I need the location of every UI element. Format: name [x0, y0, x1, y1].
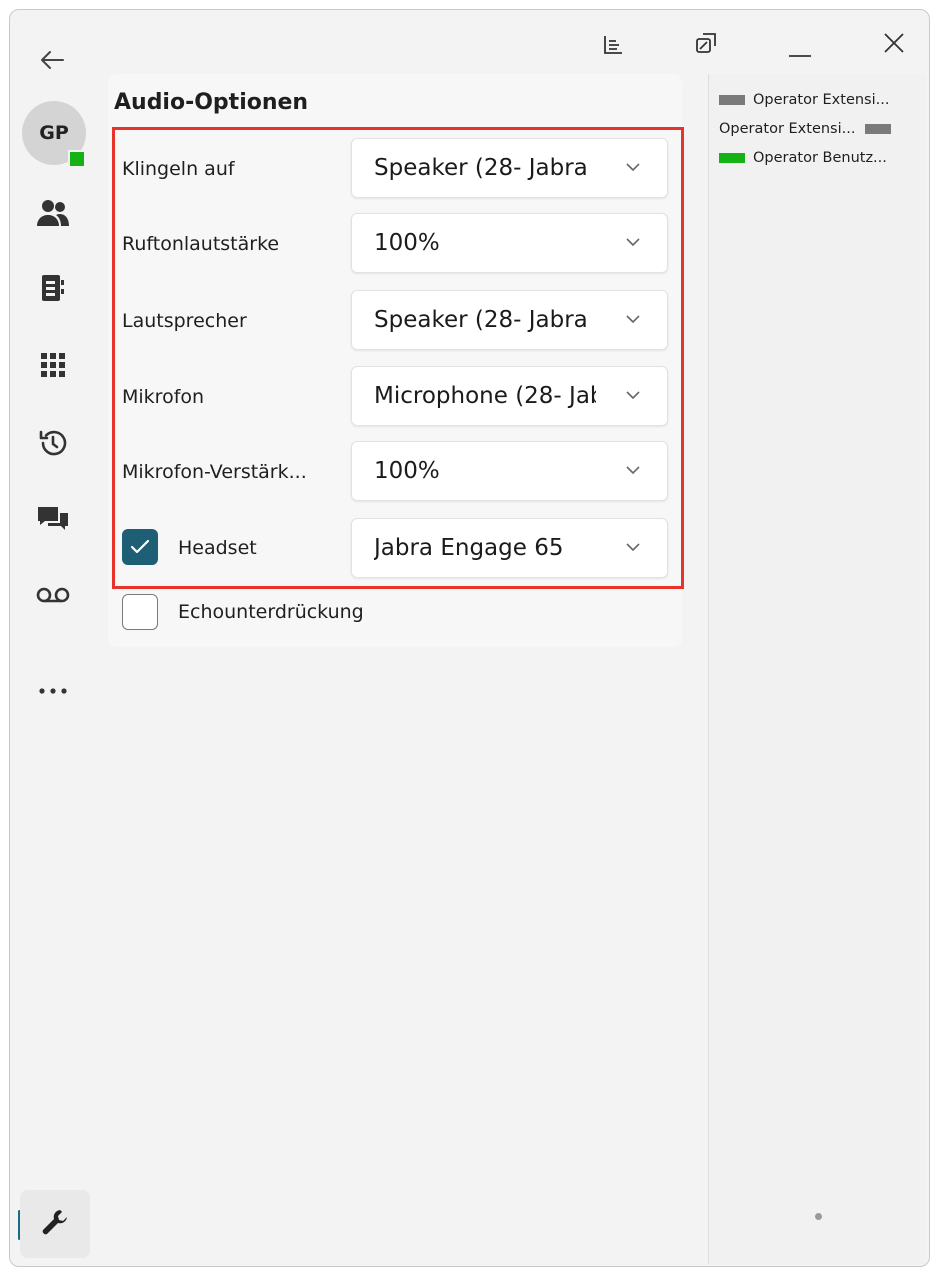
operator-label: Operator Benutz... — [753, 150, 887, 166]
check-icon — [130, 539, 150, 554]
label-headset: Headset — [178, 537, 257, 559]
select-value: 100% — [374, 230, 440, 256]
contacts-book-icon[interactable] — [28, 263, 78, 313]
select-value: 100% — [374, 458, 440, 484]
operator-label: Operator Extensi... — [719, 121, 856, 137]
label-lautsprecher: Lautsprecher — [122, 310, 247, 332]
label-mikrofon: Mikrofon — [122, 386, 205, 408]
chevron-down-icon — [626, 163, 640, 172]
avatar-initials: GP — [39, 122, 69, 144]
presence-indicator — [68, 150, 86, 168]
select-ruftonlautstaerke[interactable]: 100% — [351, 213, 668, 273]
people-icon[interactable] — [28, 188, 78, 238]
operator-item[interactable]: Operator Extensi... — [719, 121, 892, 137]
select-mikrofon[interactable]: Microphone (28- Jabra — [351, 366, 668, 426]
status-swatch — [865, 124, 892, 134]
status-swatch — [719, 153, 745, 163]
status-swatch — [719, 95, 745, 105]
restore-icon[interactable] — [688, 26, 724, 60]
operator-item[interactable]: Operator Benutz... — [719, 150, 887, 166]
label-ruftonlautstaerke: Ruftonlautstärke — [122, 233, 280, 255]
arrow-left-icon[interactable] — [32, 42, 72, 78]
settings-button[interactable] — [20, 1190, 90, 1258]
select-mikrofon-verstaerkung[interactable]: 100% — [351, 441, 668, 501]
close-icon[interactable] — [874, 26, 914, 60]
page-indicator-dot — [815, 1213, 822, 1220]
more-icon[interactable] — [28, 666, 78, 716]
chevron-down-icon — [626, 543, 640, 552]
operator-panel: Operator Extensi... Operator Extensi... … — [708, 74, 926, 1264]
select-lautsprecher[interactable]: Speaker (28- Jabra — [351, 290, 668, 350]
label-klingeln-auf: Klingeln auf — [122, 158, 235, 180]
wrench-icon — [40, 1207, 70, 1241]
select-headset[interactable]: Jabra Engage 65 — [351, 518, 668, 578]
page-title: Audio-Optionen — [114, 90, 309, 115]
chevron-down-icon — [626, 466, 640, 475]
select-value: Speaker (28- Jabra — [374, 155, 588, 181]
select-value: Jabra Engage 65 — [374, 535, 564, 561]
chevron-down-icon — [626, 238, 640, 247]
label-mikrofon-verstaerkung: Mikrofon-Verstärk... — [122, 461, 307, 483]
sidebar: GP — [10, 10, 100, 1266]
operator-item[interactable]: Operator Extensi... — [719, 92, 889, 108]
select-klingeln-auf[interactable]: Speaker (28- Jabra — [351, 138, 668, 198]
operator-label: Operator Extensi... — [753, 92, 890, 108]
chevron-down-icon — [626, 391, 640, 400]
app-window: GP Audio-Optionen Klingeln auf Speaker (… — [9, 9, 930, 1267]
minimize-icon[interactable] — [780, 32, 820, 66]
select-value: Microphone (28- Jabra — [374, 383, 596, 409]
echo-cancellation-checkbox[interactable] — [122, 594, 158, 630]
history-icon[interactable] — [28, 418, 78, 468]
headset-checkbox[interactable] — [122, 529, 158, 565]
label-echo-cancellation: Echounterdrückung — [178, 601, 364, 623]
select-value: Speaker (28- Jabra — [374, 307, 588, 333]
chat-icon[interactable] — [28, 494, 78, 544]
chevron-down-icon — [626, 315, 640, 324]
chart-icon[interactable] — [596, 28, 630, 62]
dialpad-icon[interactable] — [28, 340, 78, 390]
voicemail-icon[interactable] — [28, 570, 78, 620]
